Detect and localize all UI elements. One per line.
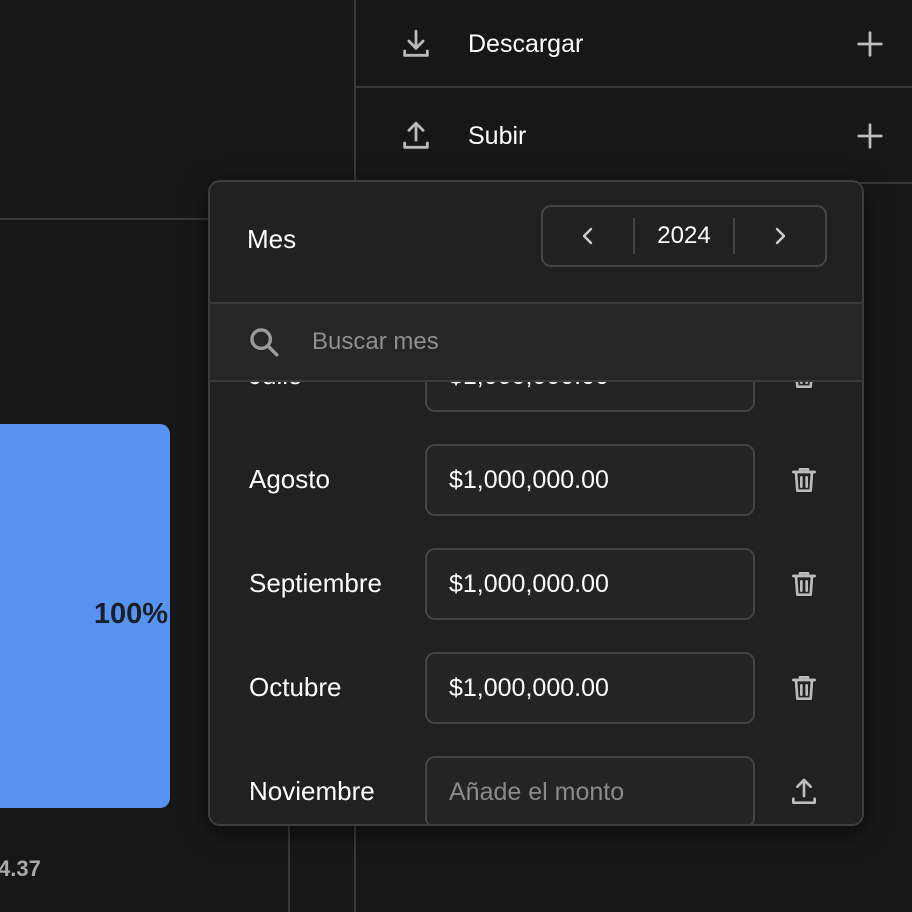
month-amount-input[interactable] [425, 444, 755, 516]
upload-label: Subir [468, 121, 527, 150]
month-picker-popover: Mes 2024 Julio Agosto [208, 180, 864, 826]
trash-icon[interactable] [784, 668, 824, 708]
upload-icon[interactable] [784, 772, 824, 812]
download-icon [396, 24, 436, 64]
month-row-agosto: Agosto [210, 444, 862, 516]
chart-footer-value: 4.37 [0, 856, 41, 881]
month-name: Octubre [249, 672, 342, 702]
month-name: Noviembre [249, 776, 375, 806]
month-amount-input[interactable] [425, 652, 755, 724]
month-amount-input[interactable] [425, 548, 755, 620]
download-row[interactable]: Descargar [356, 0, 912, 88]
month-row-noviembre: Noviembre [210, 756, 862, 824]
month-row-septiembre: Septiembre [210, 548, 862, 620]
month-list: Julio Agosto Septiembre Octubre [210, 382, 862, 824]
trash-icon[interactable] [784, 460, 824, 500]
month-amount-input[interactable] [425, 756, 755, 824]
month-search-bar [210, 302, 862, 382]
month-search-input[interactable] [310, 327, 714, 357]
previous-year-button[interactable] [543, 207, 633, 265]
upload-row[interactable]: Subir [356, 92, 912, 180]
month-row-octubre: Octubre [210, 652, 862, 724]
trash-icon[interactable] [784, 382, 824, 396]
month-name: Septiembre [249, 568, 382, 598]
month-picker-title: Mes [247, 224, 297, 254]
year-navigator: 2024 [541, 205, 827, 267]
month-name: Julio [249, 382, 302, 391]
trash-icon[interactable] [784, 564, 824, 604]
month-picker-header: Mes 2024 [210, 182, 862, 302]
chevron-right-icon [775, 227, 786, 245]
upload-icon [396, 116, 436, 156]
next-year-button[interactable] [735, 207, 825, 265]
month-name: Agosto [249, 464, 330, 494]
month-amount-input[interactable] [425, 382, 755, 412]
download-label: Descargar [468, 29, 584, 58]
plus-icon[interactable] [850, 24, 890, 64]
plus-icon[interactable] [850, 116, 890, 156]
divider-row-1 [356, 86, 912, 88]
year-value: 2024 [657, 222, 711, 249]
chevron-left-icon [582, 227, 593, 245]
month-row-julio: Julio [210, 382, 862, 412]
divider-vertical-bottom [288, 826, 290, 912]
chart-bar-label: 100% [93, 598, 168, 630]
chart-bar: 100% [0, 424, 170, 808]
search-icon [246, 324, 282, 360]
